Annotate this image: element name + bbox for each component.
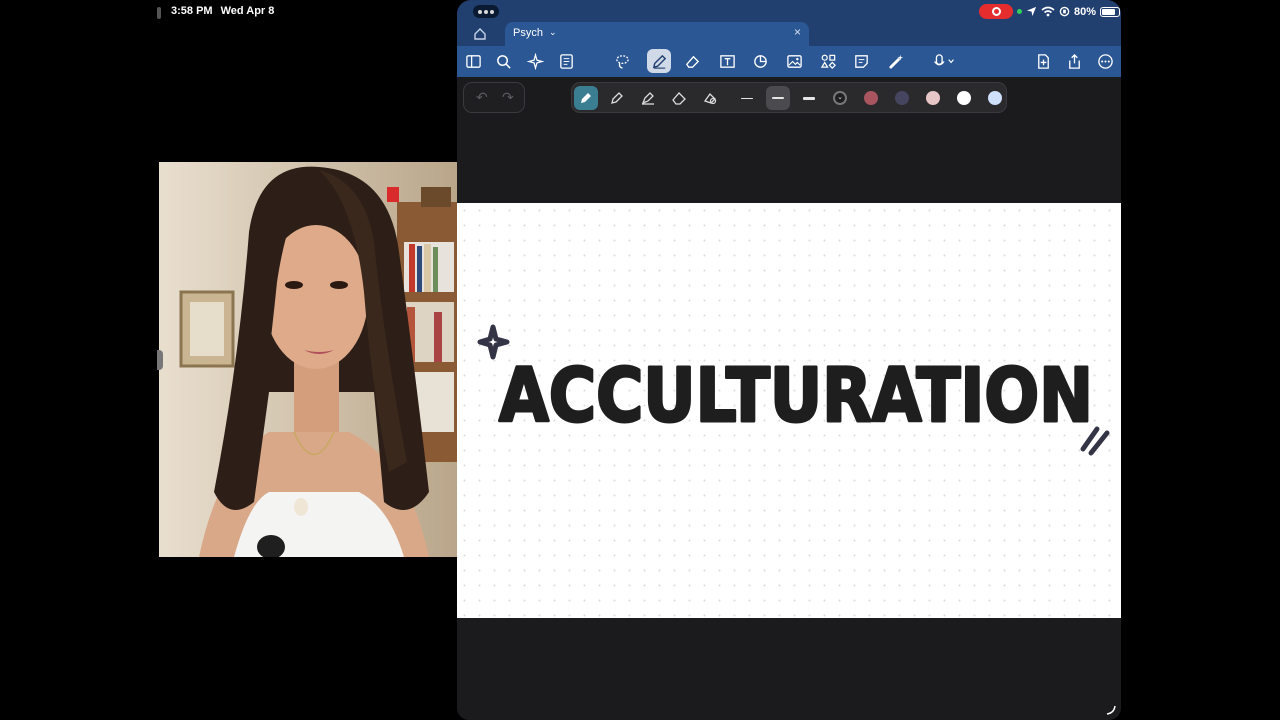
- eraser-tool-icon[interactable]: [667, 86, 691, 110]
- image-icon[interactable]: [782, 49, 806, 73]
- laser-pointer-icon[interactable]: [884, 49, 908, 73]
- undo-redo-group: ↶ ↷: [463, 82, 525, 113]
- pen-icon[interactable]: [647, 49, 671, 73]
- orientation-lock-icon: [1059, 6, 1070, 17]
- color-swatch-3[interactable]: [926, 91, 940, 105]
- textbox-icon[interactable]: [715, 49, 739, 73]
- add-page-icon[interactable]: [1031, 49, 1055, 73]
- tab-label: Psych: [513, 27, 543, 39]
- multitasking-dots[interactable]: [473, 5, 499, 18]
- status-date: Wed Apr 8: [220, 5, 275, 17]
- undo-icon[interactable]: ↶: [476, 89, 488, 106]
- pen-toolbar: ⌄: [571, 82, 1007, 113]
- side-edge-marker: [157, 7, 161, 19]
- tab-bar: Psych ⌄ ×: [457, 22, 1121, 46]
- lasso-icon[interactable]: [610, 49, 634, 73]
- home-icon[interactable]: [473, 27, 487, 41]
- highlighter-icon[interactable]: [636, 86, 660, 110]
- share-icon[interactable]: [1062, 49, 1086, 73]
- color-swatch-2[interactable]: [895, 91, 909, 105]
- tab-psych[interactable]: Psych ⌄ ×: [505, 22, 809, 46]
- note-page[interactable]: ACCULTURATION: [457, 203, 1121, 618]
- eraser-icon[interactable]: [680, 49, 704, 73]
- app-header: 80% Psych ⌄ ×: [457, 0, 1121, 77]
- stroke-thick[interactable]: [797, 86, 821, 110]
- shapes-icon[interactable]: [748, 49, 772, 73]
- handwriting-layer: ACCULTURATION: [477, 324, 1110, 456]
- system-status-icons: 80%: [1017, 4, 1121, 19]
- document-icon[interactable]: [554, 49, 578, 73]
- status-bar: 3:58 PM Wed Apr 8: [157, 5, 275, 19]
- sticky-note-icon[interactable]: [849, 49, 873, 73]
- color-swatch-5[interactable]: [988, 91, 1002, 105]
- webcam-person-illustration: [159, 162, 457, 557]
- microphone-icon[interactable]: [927, 49, 961, 73]
- camera-in-use-indicator: [1017, 9, 1022, 14]
- status-time: 3:58 PM: [171, 5, 213, 17]
- side-handle[interactable]: [157, 350, 163, 370]
- sparkle-icon[interactable]: [523, 49, 547, 73]
- color-swatch-1[interactable]: [864, 91, 878, 105]
- color-picker-swatch[interactable]: ⌄: [833, 91, 847, 105]
- search-icon[interactable]: [491, 49, 515, 73]
- book-icon[interactable]: [461, 49, 485, 73]
- screen-recording-indicator[interactable]: [979, 4, 1013, 19]
- color-swatch-4[interactable]: [957, 91, 971, 105]
- battery-percent: 80%: [1074, 5, 1097, 18]
- more-icon[interactable]: [1093, 49, 1117, 73]
- screen: 3:58 PM Wed Apr 8 80% Psych ⌄ × ↶ ↷ ⌄ AC…: [0, 0, 1280, 720]
- stroke-medium[interactable]: [766, 86, 790, 110]
- ballpoint-pen-icon[interactable]: [605, 86, 629, 110]
- redo-icon[interactable]: ↷: [502, 89, 514, 106]
- elements-icon[interactable]: [816, 49, 840, 73]
- battery-icon: [1100, 6, 1121, 17]
- chevron-down-icon[interactable]: ⌄: [549, 27, 557, 38]
- resize-corner-icon[interactable]: [1105, 704, 1117, 716]
- close-icon[interactable]: ×: [794, 25, 801, 39]
- wifi-icon: [1041, 6, 1055, 17]
- notes-app-window: 80% Psych ⌄ × ↶ ↷ ⌄ ACCULTURATION: [457, 0, 1121, 720]
- webcam-video: [159, 162, 457, 557]
- fountain-pen-icon[interactable]: [574, 86, 598, 110]
- handwritten-word: ACCULTURATION: [499, 353, 1093, 439]
- location-arrow-icon: [1026, 6, 1037, 17]
- stroke-thin[interactable]: [735, 86, 759, 110]
- main-toolbar: [457, 46, 1121, 77]
- shape-pen-icon[interactable]: [698, 86, 722, 110]
